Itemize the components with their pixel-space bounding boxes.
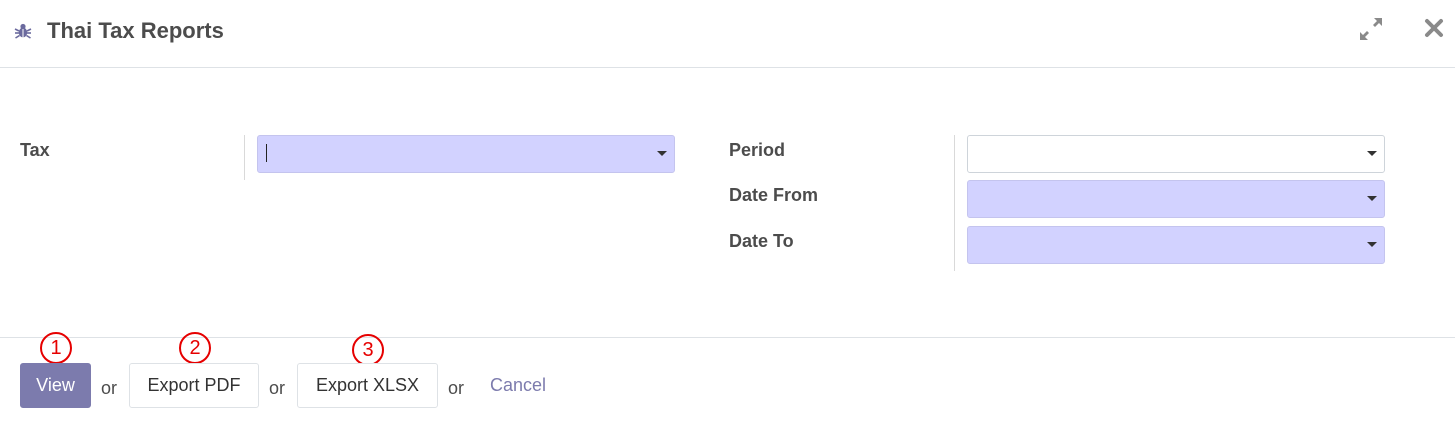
view-button[interactable]: View	[20, 363, 91, 408]
bug-icon	[14, 23, 32, 39]
date-to-label: Date To	[729, 231, 794, 251]
annotation-1: 1	[40, 332, 72, 364]
chevron-down-icon	[1367, 151, 1377, 156]
expand-icon[interactable]	[1358, 16, 1384, 42]
or-text: or	[448, 378, 465, 398]
export-xlsx-button[interactable]: Export XLSX	[297, 363, 438, 408]
chevron-down-icon	[1367, 196, 1377, 201]
tax-label: Tax	[20, 140, 50, 160]
annotation-3: 3	[352, 334, 384, 366]
dialog-title: Thai Tax Reports	[47, 18, 224, 43]
text-cursor	[266, 144, 267, 162]
period-select[interactable]	[967, 135, 1385, 173]
chevron-down-icon	[1367, 242, 1377, 247]
dialog-header: Thai Tax Reports	[0, 0, 1455, 68]
tax-separator	[244, 135, 245, 180]
period-separator	[954, 135, 955, 271]
date-from-select[interactable]	[967, 180, 1385, 218]
tax-select[interactable]	[257, 135, 675, 173]
annotation-2: 2	[179, 332, 211, 364]
chevron-down-icon	[657, 151, 667, 156]
cancel-link[interactable]: Cancel	[490, 373, 546, 397]
date-from-label: Date From	[729, 185, 819, 205]
close-icon[interactable]	[1423, 17, 1445, 39]
period-label: Period	[729, 140, 786, 160]
thai-tax-reports-dialog: Thai Tax Reports Tax Period Date From Da…	[0, 0, 1455, 428]
or-text: or	[269, 378, 286, 398]
or-text: or	[101, 378, 118, 398]
export-pdf-button[interactable]: Export PDF	[129, 363, 259, 408]
date-to-select[interactable]	[967, 226, 1385, 264]
